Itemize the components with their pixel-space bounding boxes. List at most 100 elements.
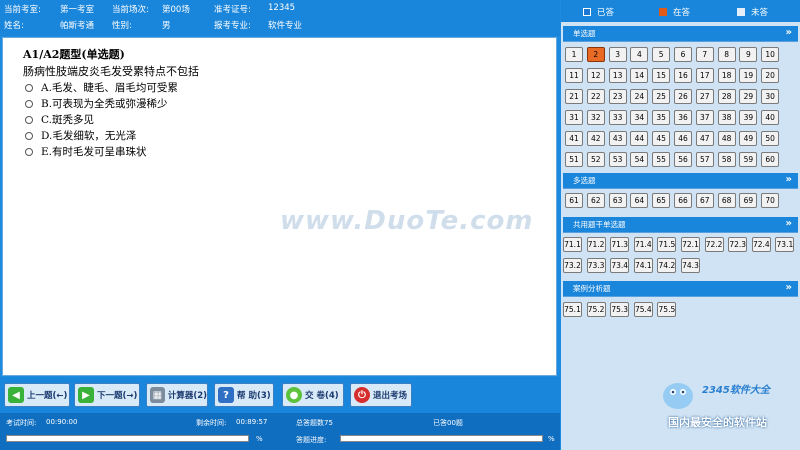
question-number-button[interactable]: 73.2 (563, 258, 582, 273)
chevron-down-icon[interactable]: » (786, 218, 792, 229)
question-number-button[interactable]: 8 (717, 47, 736, 62)
question-number-button[interactable]: 24 (630, 88, 649, 104)
question-number-button[interactable]: 19 (739, 67, 758, 83)
question-number-button[interactable]: 61 (565, 193, 583, 208)
chevron-down-icon[interactable]: » (786, 282, 792, 293)
question-number-button[interactable]: 74.3 (681, 258, 700, 273)
question-number-button[interactable]: 75.2 (586, 302, 606, 317)
question-number-button[interactable]: 5 (652, 47, 671, 62)
question-number-button[interactable]: 45 (652, 130, 671, 146)
question-number-button[interactable]: 49 (739, 130, 758, 146)
question-number-button[interactable]: 35 (652, 109, 671, 125)
question-number-button[interactable]: 10 (761, 47, 780, 62)
question-number-button[interactable]: 16 (674, 67, 692, 83)
question-number-button[interactable]: 56 (674, 151, 692, 167)
question-number-button[interactable]: 70 (761, 193, 780, 208)
question-number-button[interactable]: 46 (674, 130, 692, 146)
question-number-button[interactable]: 72.4 (751, 237, 771, 252)
question-number-button[interactable]: 39 (739, 109, 758, 125)
question-number-button[interactable]: 64 (630, 193, 649, 208)
question-number-button[interactable]: 12 (586, 67, 605, 83)
question-number-button[interactable]: 58 (717, 151, 736, 167)
question-number-button[interactable]: 52 (586, 151, 605, 167)
help-button[interactable]: ? 帮 助(3) (214, 383, 274, 407)
radio-d[interactable] (25, 131, 33, 140)
question-number-button[interactable]: 60 (761, 151, 780, 167)
question-number-button[interactable]: 50 (761, 130, 780, 146)
question-number-button[interactable]: 32 (586, 109, 605, 125)
question-number-button[interactable]: 44 (630, 130, 649, 146)
question-number-button[interactable]: 57 (695, 151, 714, 167)
question-number-button[interactable]: 74.1 (633, 258, 653, 273)
question-number-button[interactable]: 13 (608, 67, 627, 83)
question-number-button[interactable]: 72.1 (681, 237, 700, 252)
question-number-button[interactable]: 71.5 (657, 237, 677, 252)
question-number-button[interactable]: 1 (565, 47, 583, 62)
question-number-button[interactable]: 75.3 (610, 302, 630, 317)
question-number-button[interactable]: 51 (565, 151, 583, 167)
option-a[interactable]: A.毛发、睫毛、眉毛均可受累 (25, 80, 178, 95)
section-shared-stem[interactable]: 共用题干单选题 » (563, 217, 798, 233)
question-number-button[interactable]: 73.3 (586, 258, 606, 273)
question-number-button[interactable]: 53 (608, 151, 627, 167)
question-number-button[interactable]: 37 (695, 109, 714, 125)
question-number-button[interactable]: 20 (761, 67, 780, 83)
radio-b[interactable] (25, 99, 33, 108)
chevron-down-icon[interactable]: » (786, 174, 792, 185)
next-question-button[interactable]: ▶ 下一题(→) (74, 383, 140, 407)
question-number-button[interactable]: 73.1 (775, 237, 795, 252)
question-number-button[interactable]: 26 (674, 88, 692, 104)
question-number-button[interactable]: 41 (565, 130, 583, 146)
question-number-button[interactable]: 11 (565, 67, 583, 83)
question-number-button[interactable]: 30 (761, 88, 780, 104)
question-number-button[interactable]: 33 (608, 109, 627, 125)
question-number-button[interactable]: 14 (630, 67, 649, 83)
question-number-button[interactable]: 40 (761, 109, 780, 125)
section-multiple-choice[interactable]: 多选题 » (563, 173, 798, 189)
question-number-button[interactable]: 54 (630, 151, 649, 167)
question-number-button[interactable]: 62 (586, 193, 605, 208)
question-number-button[interactable]: 71.4 (633, 237, 653, 252)
exit-exam-button[interactable]: ⏻ 退出考场 (350, 383, 412, 407)
question-number-button[interactable]: 71.1 (563, 237, 582, 252)
radio-a[interactable] (25, 83, 33, 92)
question-number-button[interactable]: 48 (717, 130, 736, 146)
calculator-button[interactable]: ▦ 计算器(2) (146, 383, 208, 407)
chevron-down-icon[interactable]: » (786, 27, 792, 38)
question-number-button[interactable]: 2 (586, 47, 605, 62)
question-number-button[interactable]: 59 (739, 151, 758, 167)
question-number-button[interactable]: 72.3 (728, 237, 748, 252)
question-number-button[interactable]: 66 (674, 193, 692, 208)
question-number-button[interactable]: 55 (652, 151, 671, 167)
question-number-button[interactable]: 47 (695, 130, 714, 146)
question-number-button[interactable]: 63 (608, 193, 627, 208)
section-single-choice[interactable]: 单选题 » (563, 26, 798, 42)
question-number-button[interactable]: 36 (674, 109, 692, 125)
question-number-button[interactable]: 69 (739, 193, 758, 208)
question-number-button[interactable]: 23 (608, 88, 627, 104)
radio-e[interactable] (25, 147, 33, 156)
question-number-button[interactable]: 4 (630, 47, 649, 62)
question-number-button[interactable]: 71.3 (610, 237, 630, 252)
question-number-button[interactable]: 25 (652, 88, 671, 104)
question-number-button[interactable]: 73.4 (610, 258, 630, 273)
question-number-button[interactable]: 15 (652, 67, 671, 83)
question-number-button[interactable]: 31 (565, 109, 583, 125)
option-e[interactable]: E.有时毛发可呈串珠状 (25, 144, 147, 159)
question-number-button[interactable]: 75.5 (657, 302, 677, 317)
option-b[interactable]: B.可表现为全秃或弥漫稀少 (25, 96, 168, 111)
question-number-button[interactable]: 29 (739, 88, 758, 104)
question-number-button[interactable]: 38 (717, 109, 736, 125)
question-number-button[interactable]: 18 (717, 67, 736, 83)
question-number-button[interactable]: 21 (565, 88, 583, 104)
question-number-button[interactable]: 22 (586, 88, 605, 104)
question-number-button[interactable]: 65 (652, 193, 671, 208)
question-number-button[interactable]: 43 (608, 130, 627, 146)
question-number-button[interactable]: 6 (674, 47, 692, 62)
question-number-button[interactable]: 42 (586, 130, 605, 146)
question-number-button[interactable]: 75.4 (633, 302, 653, 317)
prev-question-button[interactable]: ◀ 上一题(←) (4, 383, 70, 407)
question-number-button[interactable]: 28 (717, 88, 736, 104)
question-number-button[interactable]: 67 (695, 193, 714, 208)
question-number-button[interactable]: 17 (695, 67, 714, 83)
